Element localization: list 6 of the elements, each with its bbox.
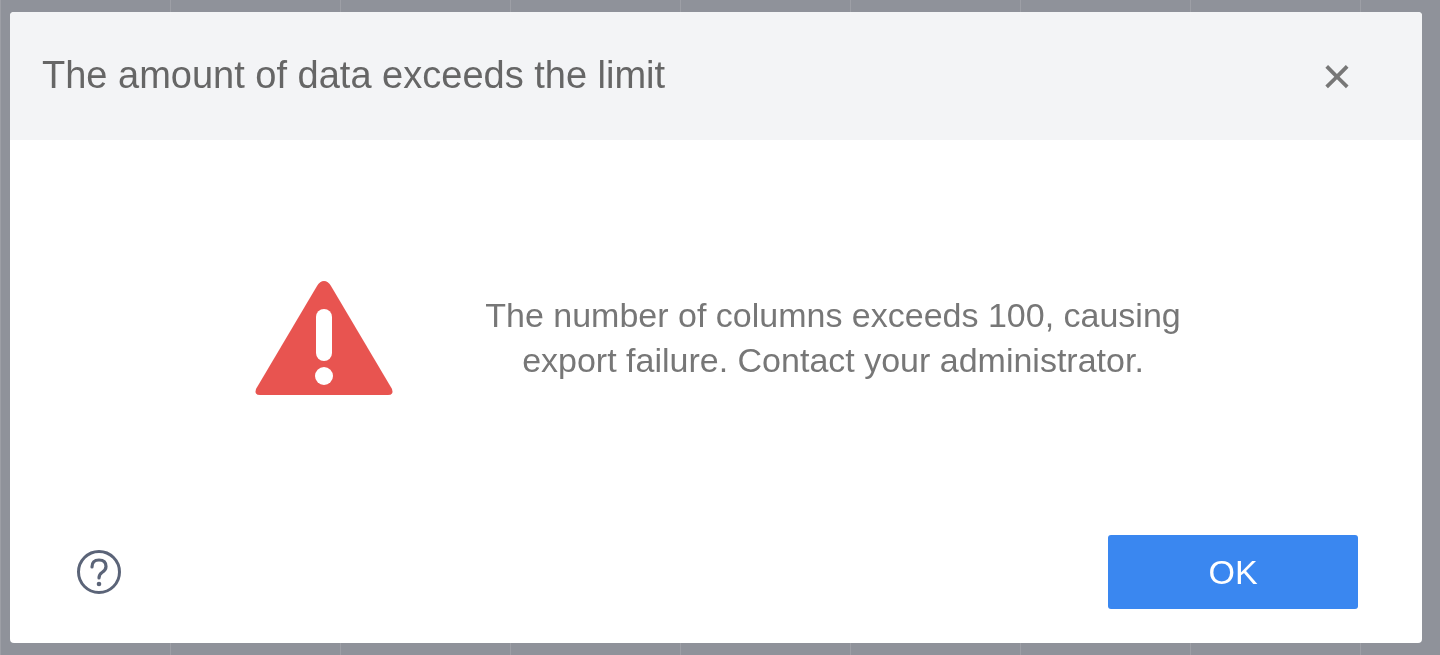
ok-button[interactable]: OK: [1108, 535, 1358, 609]
error-message: The number of columns exceeds 100, causing export failure. Contact your administrator.: [484, 295, 1182, 381]
close-button[interactable]: ×: [1313, 50, 1360, 102]
help-icon[interactable]: [76, 549, 122, 595]
dialog-title: The amount of data exceeds the limit: [42, 53, 666, 99]
warning-icon: [254, 278, 394, 397]
